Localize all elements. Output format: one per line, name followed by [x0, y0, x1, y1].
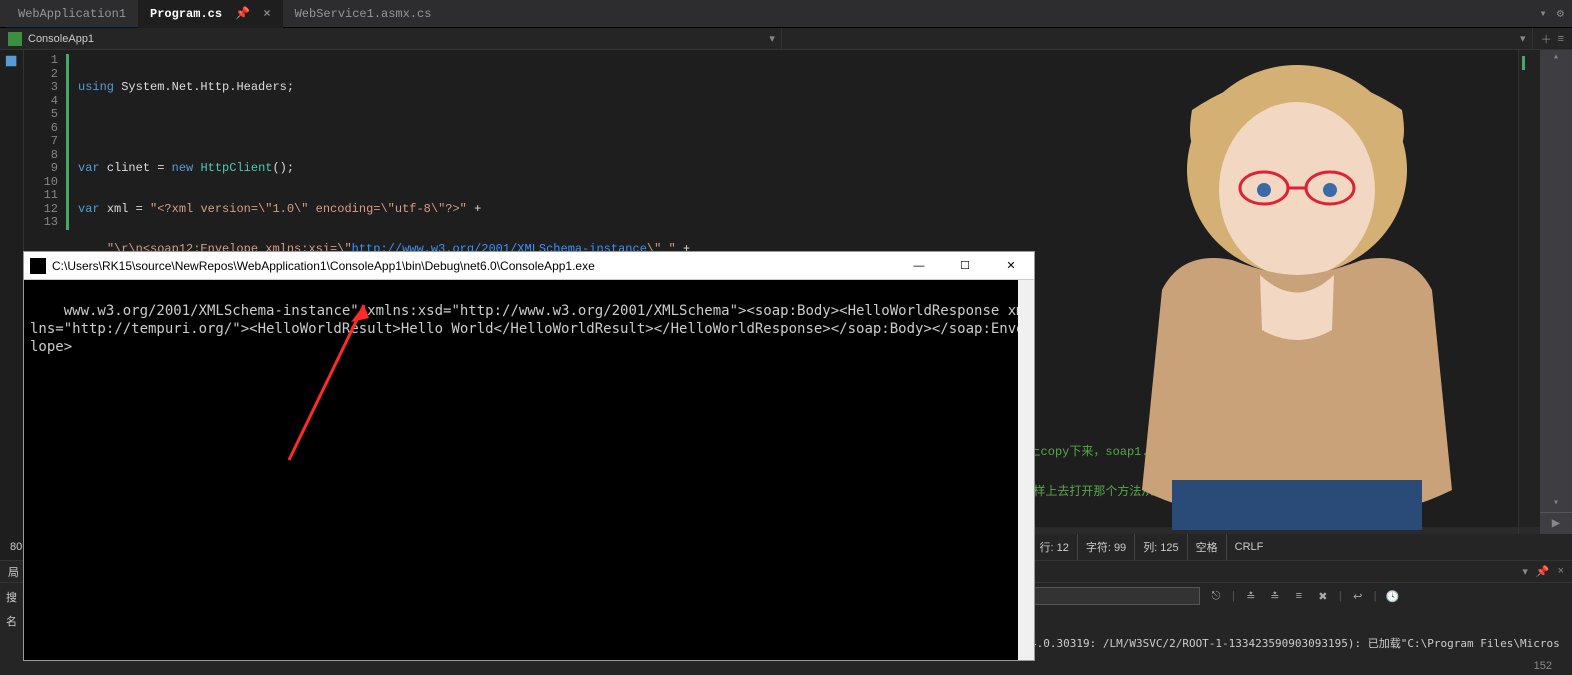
bars-icon[interactable]: ≡	[1558, 33, 1564, 45]
output-log[interactable]: 4.0.30319: /LM/W3SVC/2/ROOT-1-1334235909…	[1030, 609, 1560, 675]
line-number: 7	[24, 135, 58, 149]
output-title: 局	[8, 564, 19, 580]
status-eol[interactable]: CRLF	[1226, 534, 1272, 560]
output-source-combo[interactable]	[1030, 587, 1200, 605]
nav-project-dropdown[interactable]: ConsoleApp1 ▾	[0, 28, 782, 49]
code-line	[70, 122, 1572, 136]
split-icon[interactable]: ▶	[1540, 512, 1572, 534]
outline-margin	[0, 50, 24, 534]
log-line: 4.0.30319: /LM/W3SVC/2/ROOT-1-1334235909…	[1030, 637, 1560, 651]
vertical-scrollbar[interactable]: ▴ ▾ ▶	[1540, 50, 1572, 534]
line-number: 3	[24, 81, 58, 95]
panel-pin-icon[interactable]: 📌	[1536, 565, 1550, 578]
step-icon[interactable]: ≡	[1291, 588, 1307, 604]
line-number: 11	[24, 189, 58, 203]
tab-webapplication1[interactable]: WebApplication1	[6, 0, 138, 28]
line-number: 10	[24, 176, 58, 190]
clear-icon[interactable]: ✖	[1315, 588, 1331, 604]
line-number: 6	[24, 122, 58, 136]
line-number: 1	[24, 54, 58, 68]
pin-icon[interactable]: 📌	[235, 7, 250, 21]
step-icon[interactable]: ≛	[1243, 588, 1259, 604]
editor-tabs: WebApplication1 Program.cs 📌 × WebServic…	[0, 0, 1572, 28]
console-title: C:\Users\RK15\source\NewRepos\WebApplica…	[52, 259, 595, 273]
line-number: 12	[24, 203, 58, 217]
status-char[interactable]: 字符: 99	[1077, 534, 1134, 560]
maximize-button[interactable]: ☐	[942, 252, 988, 280]
tabs-dropdown-icon[interactable]: ▾	[1540, 6, 1547, 21]
code-line: var clinet = new HttpClient();	[70, 162, 1572, 176]
wrap-icon[interactable]: ↩	[1350, 588, 1366, 604]
console-window[interactable]: C:\Users\RK15\source\NewRepos\WebApplica…	[24, 252, 1034, 660]
chevron-down-icon: ▾	[1520, 32, 1526, 45]
console-icon	[30, 258, 46, 274]
nav-project-label: ConsoleApp1	[28, 33, 94, 45]
nav-member-dropdown[interactable]: ▾	[782, 28, 1533, 49]
step-icon[interactable]: ≛	[1267, 588, 1283, 604]
chevron-down-icon: ▾	[769, 32, 775, 45]
line-number: 5	[24, 108, 58, 122]
minimize-button[interactable]: —	[896, 252, 942, 280]
output-toolbar: ⎋ | ≛ ≛ ≡ ✖ | ↩ | 🕓	[1030, 585, 1566, 607]
csharp-file-icon	[5, 54, 19, 68]
line-number: 9	[24, 162, 58, 176]
tab-program-cs[interactable]: Program.cs 📌 ×	[138, 0, 283, 28]
gear-icon[interactable]: ⚙	[1557, 6, 1564, 21]
overview-map[interactable]	[1518, 50, 1540, 534]
scroll-up-icon[interactable]: ▴	[1540, 50, 1572, 66]
close-button[interactable]: ✕	[988, 252, 1034, 280]
annotation-arrow	[279, 300, 369, 470]
status-line[interactable]: 行: 12	[1030, 534, 1076, 560]
console-titlebar[interactable]: C:\Users\RK15\source\NewRepos\WebApplica…	[24, 252, 1034, 280]
line-number: 2	[24, 68, 58, 82]
line-number: 8	[24, 149, 58, 163]
watermark: 152	[1534, 660, 1552, 672]
line-number: 4	[24, 95, 58, 109]
nav-dropdown-row: ConsoleApp1 ▾ ▾ ＋ ≡	[0, 28, 1572, 50]
console-output-text: www.w3.org/2001/XMLSchema-instance" xmln…	[30, 303, 1025, 355]
status-indent[interactable]: 空格	[1187, 534, 1226, 560]
code-line: var xml = "<?xml version=\"1.0\" encodin…	[70, 203, 1572, 217]
panel-dropdown-icon[interactable]: ▾	[1522, 565, 1528, 578]
scroll-down-icon[interactable]: ▾	[1540, 496, 1572, 512]
tab-webservice1[interactable]: WebService1.asmx.cs	[283, 0, 444, 28]
line-number: 13	[24, 216, 58, 230]
map-marker	[1522, 56, 1525, 70]
console-scrollbar[interactable]	[1018, 280, 1034, 660]
split-plus-icon[interactable]: ＋	[1541, 31, 1552, 47]
console-body[interactable]: www.w3.org/2001/XMLSchema-instance" xmln…	[24, 280, 1034, 660]
csharp-icon	[8, 32, 22, 46]
tab-label: Program.cs	[150, 7, 222, 21]
code-line: using System.Net.Http.Headers;	[70, 81, 1572, 95]
editor-status-strip: ▶ 行: 12 字符: 99 列: 125 空格 CRLF	[1002, 534, 1572, 560]
status-col[interactable]: 列: 125	[1134, 534, 1186, 560]
clock-icon[interactable]: 🕓	[1385, 588, 1401, 604]
close-icon[interactable]: ×	[263, 7, 270, 21]
link-icon[interactable]: ⎋	[1208, 588, 1224, 604]
panel-close-icon[interactable]: ×	[1558, 565, 1564, 578]
